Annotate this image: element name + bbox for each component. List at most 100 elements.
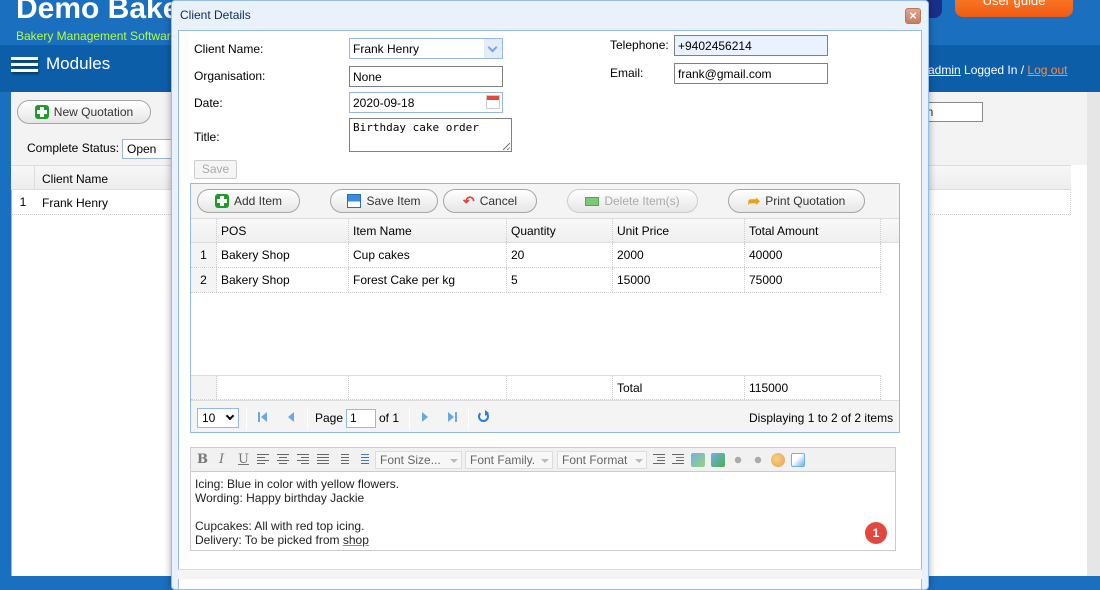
page-number-input[interactable]: 1 (346, 409, 376, 428)
font-size-select[interactable]: Font Size... (375, 451, 462, 469)
scrollbar[interactable] (1087, 92, 1100, 576)
align-right-icon[interactable] (297, 454, 309, 466)
modules-label[interactable]: Modules (46, 54, 110, 74)
organisation-input[interactable]: None (349, 66, 503, 87)
client-name-label: Client Name: (194, 42, 264, 56)
item-name-cell: Cup cakes (349, 243, 507, 267)
editor-line: Wording: Happy birthday Jackie (195, 491, 365, 505)
align-left-icon[interactable] (257, 454, 269, 466)
plus-icon (34, 105, 49, 119)
username-link[interactable]: admin (928, 63, 961, 77)
column-client-name[interactable]: Client Name (42, 172, 108, 186)
save-button[interactable]: Save (194, 160, 237, 179)
editor-line: Cupcakes: All with red top icing. (195, 519, 365, 533)
unordered-list-icon[interactable] (357, 454, 369, 466)
pos-cell: Bakery Shop (217, 268, 349, 292)
telephone-label: Telephone: (610, 38, 669, 52)
underline-button[interactable]: U (238, 452, 249, 467)
save-item-button[interactable]: Save Item (330, 189, 438, 213)
grid-footer-row: Total 115000 (191, 375, 881, 400)
next-page-icon[interactable] (419, 411, 431, 423)
undo-icon: ↶ (462, 192, 475, 209)
telephone-input[interactable]: +9402456214 (674, 35, 828, 56)
table-row[interactable]: 1 Bakery Shop Cup cakes 20 2000 40000 (191, 243, 881, 268)
items-toolbar: Add Item Save Item ↶ Cancel Delete Item(s… (191, 184, 899, 218)
floppy-icon (347, 194, 362, 208)
pagination-bar: 10 Page 1 of 1 Displaying 1 to 2 of 2 it… (191, 400, 899, 432)
edit-image-icon[interactable] (691, 453, 705, 467)
indent-icon[interactable] (653, 454, 665, 466)
delete-items-button[interactable]: Delete Item(s) (567, 189, 698, 213)
misspelled-word[interactable]: shop (343, 533, 369, 547)
page-size-value: 10 (202, 411, 216, 425)
title-value: Birthday cake order (353, 121, 479, 134)
date-value: 2020-09-18 (353, 96, 415, 110)
table-row[interactable]: 2 Bakery Shop Forest Cake per kg 5 15000… (191, 268, 881, 293)
italic-button[interactable]: I (219, 452, 224, 467)
refresh-icon[interactable] (478, 410, 489, 422)
column-unit-price[interactable]: Unit Price (613, 219, 745, 242)
date-label: Date: (194, 96, 223, 110)
total-amount-cell: 40000 (745, 243, 881, 267)
items-grid-header: POS Item Name Quantity Unit Price Total … (191, 218, 899, 243)
share-arrow-icon: ➦ (747, 193, 761, 210)
font-family-select[interactable]: Font Family. (465, 451, 553, 469)
notes-editor: B I U Font Size... Font Family. Font For… (190, 447, 896, 551)
item-name-cell: Forest Cake per kg (349, 268, 507, 292)
organisation-label: Organisation: (194, 69, 266, 83)
total-amount-cell: 75000 (745, 268, 881, 292)
resize-handle[interactable] (503, 143, 510, 150)
date-input[interactable]: 2020-09-18 (349, 92, 503, 113)
print-quotation-button[interactable]: ➦ Print Quotation (728, 189, 865, 213)
bold-button[interactable]: B (197, 452, 208, 467)
insert-image-icon[interactable] (711, 453, 725, 467)
logout-link[interactable]: Log out (1027, 63, 1067, 77)
unlink-icon[interactable] (751, 453, 765, 467)
column-quantity[interactable]: Quantity (507, 219, 613, 242)
prev-page-icon[interactable] (285, 411, 297, 423)
edit-source-icon[interactable] (791, 453, 805, 467)
ordered-list-icon[interactable] (337, 454, 349, 466)
align-center-icon[interactable] (277, 454, 289, 466)
menu-icon[interactable] (11, 57, 38, 73)
client-name-combo[interactable]: Frank Henry (349, 38, 503, 59)
font-format-label: Font Format (562, 453, 628, 467)
outdent-icon[interactable] (672, 454, 684, 466)
chevron-down-icon[interactable] (484, 39, 502, 58)
title-label: Title: (194, 130, 220, 144)
add-item-button[interactable]: Add Item (197, 189, 300, 213)
logged-in-text: Logged In / (960, 63, 1028, 77)
quantity-cell: 20 (507, 243, 613, 267)
font-format-select[interactable]: Font Format (557, 451, 647, 469)
column-pos[interactable]: POS (217, 219, 349, 242)
chevron-down-icon (635, 459, 643, 463)
cancel-button[interactable]: ↶ Cancel (443, 189, 537, 213)
delete-items-label: Delete Item(s) (604, 194, 680, 208)
page-size-select[interactable]: 10 (197, 408, 239, 428)
divider (307, 407, 308, 429)
footer-total-value: 115000 (745, 376, 881, 399)
close-icon[interactable]: × (905, 8, 921, 24)
quantity-cell: 5 (507, 268, 613, 292)
editor-line-text: Delivery: To be picked from (195, 533, 343, 547)
new-quotation-label: New Quotation (53, 105, 134, 119)
justify-icon[interactable] (317, 454, 329, 466)
title-textarea[interactable]: Birthday cake order (349, 118, 512, 152)
insert-link-icon[interactable] (731, 453, 745, 467)
column-total-amount[interactable]: Total Amount (745, 219, 881, 242)
email-input[interactable]: frank@gmail.com (674, 63, 828, 84)
last-page-icon[interactable] (446, 411, 458, 423)
new-quotation-button[interactable]: New Quotation (17, 100, 151, 124)
chevron-down-icon (225, 411, 235, 421)
client-name-value: Frank Henry (353, 42, 420, 56)
editor-content[interactable]: Icing: Blue in color with yellow flowers… (195, 477, 399, 547)
calendar-icon[interactable] (486, 95, 500, 109)
column-item-name[interactable]: Item Name (349, 219, 507, 242)
row-number: 1 (19, 195, 27, 209)
color-palette-icon[interactable] (771, 453, 785, 467)
first-page-icon[interactable] (257, 411, 269, 423)
font-size-label: Font Size... (380, 453, 441, 467)
notification-badge[interactable]: 1 (865, 522, 887, 544)
user-guide-button[interactable]: User guide (955, 0, 1073, 17)
items-grid: Add Item Save Item ↶ Cancel Delete Item(s… (190, 183, 900, 433)
